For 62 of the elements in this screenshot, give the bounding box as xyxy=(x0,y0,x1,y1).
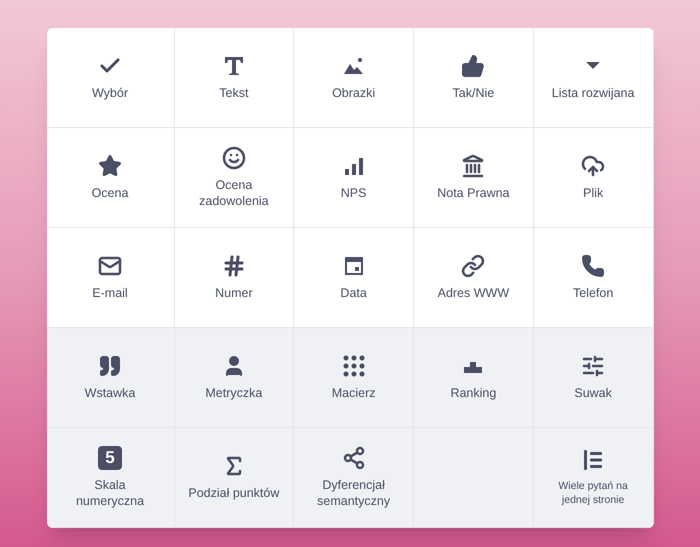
tile-label: Wstawka xyxy=(84,386,136,402)
smiley-icon xyxy=(222,146,246,170)
tile-label: Numer xyxy=(215,286,253,302)
question-type-tile[interactable]: Tekst xyxy=(174,28,294,128)
question-type-tile[interactable]: Telefon xyxy=(534,228,654,328)
question-type-tile[interactable]: Adres WWW xyxy=(414,228,534,328)
tile-label: Ranking xyxy=(450,386,496,402)
question-type-tile[interactable]: 5 Skala numeryczna xyxy=(46,428,174,528)
tile-label: Ocena xyxy=(92,186,128,202)
question-type-tile[interactable]: Obrazki xyxy=(294,28,414,128)
question-type-tile[interactable]: Wybór xyxy=(46,28,174,128)
tile-label: Nota Prawna xyxy=(437,186,510,202)
bank-icon xyxy=(461,154,486,178)
caret-down-icon xyxy=(586,62,600,70)
tile-label: Metryczka xyxy=(205,386,262,402)
question-type-tile[interactable]: Tak/Nie xyxy=(414,28,534,128)
tile-label: Wybór xyxy=(92,86,128,102)
question-type-tile[interactable]: Ocena zadowolenia xyxy=(174,128,294,228)
star-icon xyxy=(98,154,122,178)
tile-label: Telefon xyxy=(572,286,614,302)
question-type-tile[interactable]: Podział punktów xyxy=(174,428,294,528)
link-icon xyxy=(461,254,486,278)
question-type-tile[interactable]: Suwak xyxy=(534,328,654,428)
thumbs-up-icon xyxy=(461,54,486,78)
tile-label: Lista rozwijana xyxy=(552,86,634,102)
tile-label: E-mail xyxy=(92,286,128,302)
question-type-tile[interactable]: Metryczka xyxy=(174,328,294,428)
tile-label: Macierz xyxy=(332,386,376,402)
tile-label: Podział punktów xyxy=(188,486,280,502)
question-type-tile[interactable]: Wiele pytań na jednej stronie xyxy=(534,428,654,528)
phone-icon xyxy=(581,254,606,278)
question-type-tile[interactable]: Nota Prawna xyxy=(414,128,534,228)
share-icon xyxy=(342,446,366,470)
dot-grid-icon xyxy=(342,354,366,378)
question-type-tile[interactable]: Data xyxy=(294,228,414,328)
sliders-icon xyxy=(581,354,606,378)
tile-label: Suwak xyxy=(574,386,612,402)
hash-icon xyxy=(222,254,246,278)
tile-label: NPS xyxy=(340,186,366,202)
tile-label: Wiele pytań na jednej stronie xyxy=(557,480,629,507)
number-badge-icon: 5 xyxy=(98,446,122,470)
tile-label: Plik xyxy=(583,186,604,202)
cloud-upload-icon xyxy=(581,154,606,178)
question-type-tile[interactable]: Wstawka xyxy=(46,328,174,428)
question-type-tile[interactable]: E-mail xyxy=(46,228,174,328)
tile-label: Tekst xyxy=(219,86,248,102)
question-type-tile[interactable]: Dyferencjał semantyczny xyxy=(294,428,414,528)
tile-label: Adres WWW xyxy=(438,286,510,302)
tile-label: Skala numeryczna xyxy=(74,478,146,510)
tile-label: Data xyxy=(340,286,367,302)
tile-label: Obrazki xyxy=(332,86,376,102)
question-type-tile[interactable]: Macierz xyxy=(294,328,414,428)
question-type-tile[interactable]: Numer xyxy=(174,228,294,328)
quote-icon xyxy=(98,354,122,378)
question-type-tile[interactable]: Plik xyxy=(534,128,654,228)
question-type-tile[interactable]: Ocena xyxy=(46,128,174,228)
tile-label: Tak/Nie xyxy=(452,86,494,102)
question-type-tile[interactable]: Lista rozwijana xyxy=(534,28,654,128)
question-type-tile[interactable]: Ranking xyxy=(414,328,534,428)
tile-label: Dyferencjał semantyczny xyxy=(316,478,392,510)
question-type-tile[interactable]: NPS xyxy=(294,128,414,228)
tile-label: Ocena zadowolenia xyxy=(198,178,270,210)
